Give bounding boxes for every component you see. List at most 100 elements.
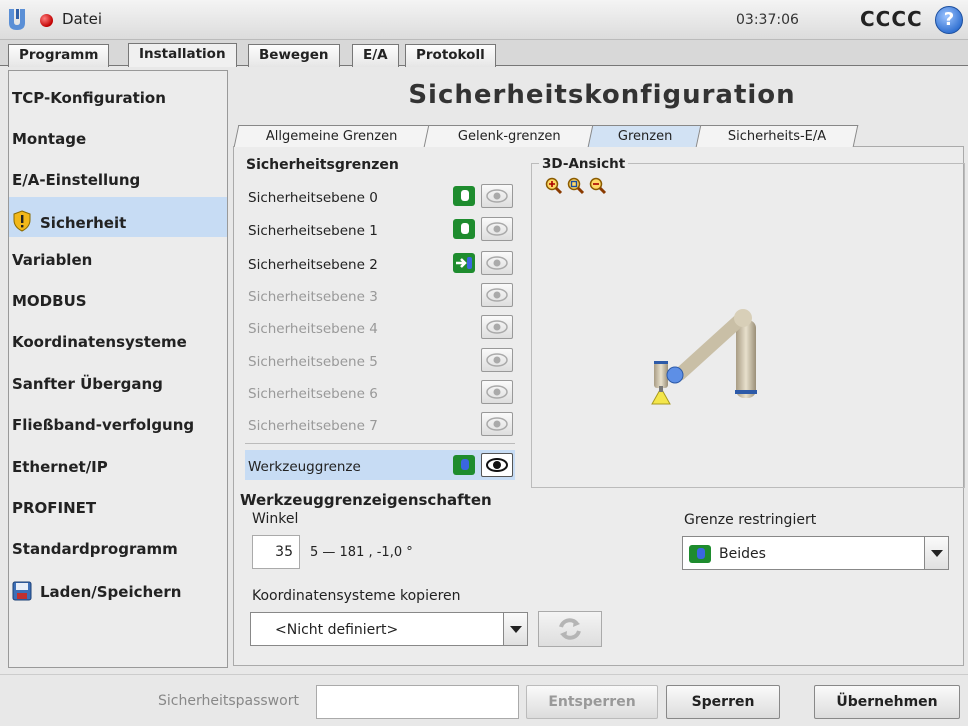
clock: 03:37:06 (736, 12, 799, 28)
safety-planes-heading: Sicherheitsgrenzen (246, 157, 399, 173)
password-label: Sicherheitspasswort (158, 693, 299, 709)
sidebar-item-ea-einstellung[interactable]: E/A-Einstellung (9, 158, 227, 198)
sidebar-item-label: TCP-Konfiguration (12, 89, 166, 107)
eye-icon[interactable] (481, 348, 513, 372)
tab-allgemeine-grenzen[interactable]: Allgemeine Grenzen (233, 125, 431, 147)
eye-icon[interactable] (481, 315, 513, 339)
tool-limit-label: Werkzeuggrenze (248, 459, 361, 475)
sidebar-item-laden-speichern[interactable]: Laden/Speichern (9, 568, 227, 608)
plane-row-1[interactable]: Sicherheitsebene 1 (245, 214, 515, 244)
sidebar-item-label: Sanfter Übergang (12, 375, 163, 393)
eye-icon[interactable] (481, 184, 513, 208)
zoom-reset-icon[interactable] (567, 177, 585, 195)
tab-protokoll[interactable]: Protokoll (405, 44, 496, 67)
eye-icon[interactable] (481, 217, 513, 241)
tab-grenzen[interactable]: Grenzen (587, 125, 703, 147)
sidebar-item-montage[interactable]: Montage (9, 117, 227, 157)
sidebar-item-label: Laden/Speichern (40, 583, 182, 601)
restrict-selected-value: Beides (719, 546, 766, 562)
angle-range-hint: 5 — 181 , -1,0 ° (310, 545, 413, 560)
installation-sidebar: TCP-Konfiguration Montage E/A-Einstellun… (8, 70, 228, 668)
lock-button[interactable]: Sperren (666, 685, 780, 719)
plane-row-0[interactable]: Sicherheitsebene 0 (245, 181, 515, 211)
refresh-button[interactable] (538, 611, 602, 647)
chevron-down-icon[interactable] (924, 537, 948, 569)
plane-row-7[interactable]: Sicherheitsebene 7 (245, 409, 515, 439)
tab-label: Gelenk-grenzen (457, 129, 561, 144)
plane-row-3[interactable]: Sicherheitsebene 3 (245, 280, 515, 310)
chevron-down-icon[interactable] (503, 613, 527, 645)
tab-bewegen[interactable]: Bewegen (248, 44, 340, 67)
tab-programm[interactable]: Programm (8, 44, 110, 67)
robot-status-icon[interactable] (40, 14, 53, 27)
sidebar-item-modbus[interactable]: MODBUS (9, 279, 227, 319)
sidebar-item-fliessband[interactable]: Fließband-verfolgung (9, 403, 227, 443)
title-bar: Datei 03:37:06 CCCC ? (0, 0, 968, 40)
tab-installation[interactable]: Installation (128, 43, 237, 67)
tab-label: Allgemeine Grenzen (266, 129, 398, 144)
plane-row-6[interactable]: Sicherheitsebene 6 (245, 377, 515, 407)
tab-label: Grenzen (617, 129, 673, 144)
3d-view-title: 3D-Ansicht (539, 156, 629, 172)
sidebar-item-sicherheit[interactable]: Sicherheit (9, 197, 227, 237)
trigger-plane-icon[interactable] (453, 253, 475, 273)
tool-limit-row[interactable]: Werkzeuggrenze (245, 450, 515, 480)
refresh-icon (559, 618, 581, 640)
angle-input[interactable]: 35 (252, 535, 300, 569)
eye-icon[interactable] (481, 283, 513, 307)
sidebar-item-label: E/A-Einstellung (12, 171, 141, 189)
help-icon[interactable]: ? (935, 6, 963, 34)
password-input[interactable] (316, 685, 519, 719)
tool-limit-properties-heading: Werkzeuggrenzeigenschaften (240, 491, 492, 509)
unlock-button[interactable]: Entsperren (526, 685, 658, 719)
eye-icon[interactable] (481, 380, 513, 404)
sidebar-item-label: Koordinatensysteme (12, 333, 187, 351)
floppy-disk-icon (12, 581, 32, 601)
copy-frames-selected-value: <Nicht definiert> (275, 622, 399, 638)
sidebar-item-sanfter-uebergang[interactable]: Sanfter Übergang (9, 362, 227, 402)
zoom-in-icon[interactable] (545, 177, 563, 195)
tab-sicherheits-ea[interactable]: Sicherheits-E/A (695, 125, 859, 147)
sidebar-item-standardprogramm[interactable]: Standardprogramm (9, 527, 227, 567)
plane-label: Sicherheitsebene 0 (248, 190, 378, 206)
sidebar-item-tcp[interactable]: TCP-Konfiguration (9, 76, 227, 116)
tool-limit-toggle[interactable] (453, 455, 475, 475)
sidebar-item-profinet[interactable]: PROFINET (9, 486, 227, 526)
divider (245, 443, 515, 444)
tab-ea[interactable]: E/A (352, 44, 399, 67)
sidebar-item-label: Variablen (12, 251, 93, 269)
apply-button[interactable]: Übernehmen (814, 685, 960, 719)
sidebar-item-label: PROFINET (12, 499, 97, 517)
angle-label: Winkel (252, 511, 299, 527)
plane-toggle[interactable] (453, 186, 475, 206)
sidebar-item-ethernet-ip[interactable]: Ethernet/IP (9, 445, 227, 485)
eye-icon[interactable] (481, 251, 513, 275)
file-menu[interactable]: Datei (62, 10, 102, 28)
sidebar-item-label: MODBUS (12, 292, 87, 310)
plane-row-4[interactable]: Sicherheitsebene 4 (245, 312, 515, 342)
plane-row-2[interactable]: Sicherheitsebene 2 (245, 248, 515, 278)
plane-label: Sicherheitsebene 6 (248, 386, 378, 402)
tab-label: Sicherheits-E/A (727, 129, 827, 144)
restrict-dropdown[interactable]: Beides (682, 536, 949, 570)
sidebar-item-variablen[interactable]: Variablen (9, 238, 227, 278)
plane-row-5[interactable]: Sicherheitsebene 5 (245, 345, 515, 375)
plane-toggle[interactable] (453, 219, 475, 239)
eye-icon[interactable] (481, 453, 513, 477)
plane-label: Sicherheitsebene 5 (248, 354, 378, 370)
tab-gelenk-grenzen[interactable]: Gelenk-grenzen (423, 125, 595, 147)
eye-icon[interactable] (481, 412, 513, 436)
plane-label: Sicherheitsebene 4 (248, 321, 378, 337)
plane-label: Sicherheitsebene 2 (248, 257, 378, 273)
plane-label: Sicherheitsebene 1 (248, 223, 378, 239)
plane-label: Sicherheitsebene 3 (248, 289, 378, 305)
zoom-out-icon[interactable] (589, 177, 607, 195)
universal-robots-logo-icon (9, 9, 25, 30)
copy-frames-dropdown[interactable]: <Nicht definiert> (250, 612, 528, 646)
sidebar-item-label: Fließband-verfolgung (12, 416, 195, 434)
sidebar-item-koordinatensysteme[interactable]: Koordinatensysteme (9, 320, 227, 360)
copy-frames-label: Koordinatensysteme kopieren (252, 588, 461, 604)
sidebar-item-label: Sicherheit (40, 214, 127, 232)
sidebar-item-label: Montage (12, 130, 87, 148)
robot-arm-3d-model (651, 309, 757, 405)
